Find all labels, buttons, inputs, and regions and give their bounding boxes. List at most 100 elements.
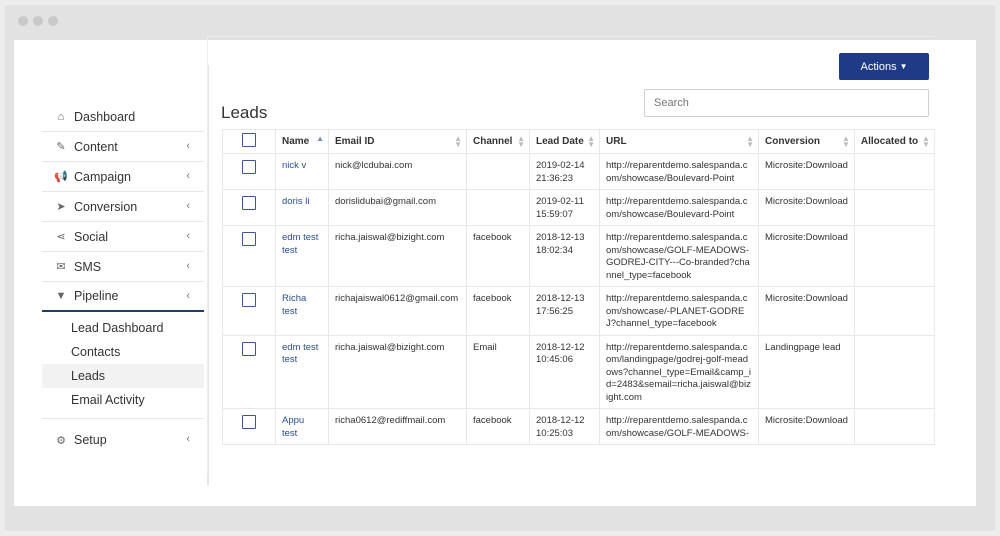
chevron-left-icon: ‹	[186, 290, 190, 302]
cell-name[interactable]: Richa test	[275, 286, 329, 336]
cell-email: richa.jaiswal@bizight.com	[328, 334, 467, 409]
sidebar-item-conversion[interactable]: ➤ Conversion ‹	[42, 192, 204, 222]
column-header-channel[interactable]: Channel ▲ ▼	[466, 129, 530, 154]
sort-asc-icon[interactable]: ▲	[316, 135, 324, 143]
table-row[interactable]: doris li dorislidubai@gmail.com 2019-02-11…	[222, 189, 935, 226]
sidebar-item-label: Dashboard	[74, 109, 136, 124]
cell-name[interactable]: edm test test	[275, 225, 329, 287]
select-all-checkbox[interactable]	[242, 133, 256, 147]
row-select-cell	[222, 408, 276, 445]
page-title: Leads	[221, 103, 268, 122]
sidebar-item-pipeline[interactable]: ▼ Pipeline ‹	[42, 282, 204, 312]
cell-email: richajaiswal0612@gmail.com	[328, 286, 467, 336]
sort-icon[interactable]: ▲ ▼	[587, 135, 595, 149]
cell-conversion: Microsite:Download	[758, 153, 855, 190]
column-header-label: Email ID	[335, 136, 375, 147]
chevron-left-icon: ‹	[186, 200, 190, 212]
column-header-conversion[interactable]: Conversion ▲ ▼	[758, 129, 855, 154]
submenu-item-email-activity[interactable]: Email Activity	[42, 388, 204, 412]
sidebar-item-dashboard[interactable]: ⌂ Dashboard	[42, 102, 204, 132]
share-icon: ⋖	[56, 231, 66, 243]
gear-icon: ⚙	[56, 434, 66, 447]
search-input[interactable]	[644, 89, 929, 117]
sidebar-item-label: Pipeline	[74, 289, 119, 303]
cell-channel: facebook	[466, 225, 530, 287]
actions-button-label: Actions	[860, 60, 897, 73]
sort-icon[interactable]: ▲ ▼	[517, 135, 525, 149]
table-row[interactable]: Appu test richa0612@rediffmail.com faceboo…	[222, 408, 935, 445]
cell-email: dorislidubai@gmail.com	[328, 189, 467, 226]
table-row[interactable]: Richa test richajaiswal0612@gmail.com face…	[222, 286, 935, 336]
cell-allocated	[853, 286, 935, 336]
window-close-dot[interactable]	[18, 16, 28, 26]
column-header-url[interactable]: URL ▲ ▼	[599, 129, 759, 154]
row-checkbox[interactable]	[242, 415, 256, 429]
cell-conversion: Microsite:Download	[758, 286, 855, 336]
row-checkbox[interactable]	[242, 160, 256, 174]
cell-email: richa0612@rediffmail.com	[328, 408, 467, 445]
table-row[interactable]: edm test test richa.jaiswal@bizight.com fa…	[222, 225, 935, 287]
cell-channel	[466, 153, 530, 190]
table-row[interactable]: edm test test richa.jaiswal@bizight.com Em…	[222, 334, 935, 409]
cell-url: http://reparentdemo.salespanda.com/landi…	[599, 334, 759, 409]
window-maximize-dot[interactable]	[48, 16, 58, 26]
row-checkbox[interactable]	[242, 232, 256, 246]
sidebar-item-label: Campaign	[74, 169, 131, 184]
chevron-left-icon: ‹	[186, 433, 190, 445]
sort-icon[interactable]: ▲ ▼	[454, 135, 462, 149]
cell-channel: Email	[466, 334, 530, 409]
cell-email: richa.jaiswal@bizight.com	[328, 225, 467, 287]
sort-icon[interactable]: ▲ ▼	[922, 135, 930, 149]
column-header-name[interactable]: Name ▲	[275, 129, 329, 154]
cell-url: http://reparentdemo.salespanda.com/showc…	[599, 225, 759, 287]
table-row[interactable]: nick v nick@lcdubai.com 2019-02-14 21:36:2…	[222, 153, 935, 190]
cell-channel: facebook	[466, 408, 530, 445]
leads-table: Name ▲ Email ID ▲ ▼ Channel ▲ ▼ Lead Date ▲ ▼ U…	[222, 129, 935, 445]
sort-icon[interactable]: ▲ ▼	[842, 135, 850, 149]
cell-allocated	[853, 334, 935, 409]
cell-email: nick@lcdubai.com	[328, 153, 467, 190]
cell-name[interactable]: edm test test	[275, 334, 329, 409]
sidebar-item-campaign[interactable]: 📢 Campaign ‹	[42, 162, 204, 192]
submenu-item-leads[interactable]: Leads	[42, 364, 204, 388]
megaphone-icon: 📢	[54, 171, 68, 183]
cell-name[interactable]: Appu test	[275, 408, 329, 445]
actions-button[interactable]: Actions ▼	[839, 53, 929, 80]
sidebar-item-sms[interactable]: ✉ SMS ‹	[42, 252, 204, 282]
row-checkbox[interactable]	[242, 196, 256, 210]
cell-name[interactable]: nick v	[275, 153, 329, 190]
cell-date: 2019-02-14 21:36:23	[529, 153, 600, 190]
sidebar-item-label: SMS	[74, 259, 102, 274]
cell-allocated	[853, 153, 935, 190]
column-header-lead-date[interactable]: Lead Date ▲ ▼	[529, 129, 600, 154]
submenu-item-contacts[interactable]: Contacts	[42, 340, 204, 364]
sidebar-item-label: Content	[74, 139, 118, 154]
column-header-email[interactable]: Email ID ▲ ▼	[328, 129, 467, 154]
edit-icon: ✎	[56, 141, 66, 153]
sidebar-item-setup[interactable]: ⚙ Setup ‹	[42, 425, 204, 455]
row-select-cell	[222, 334, 276, 409]
row-select-cell	[222, 153, 276, 190]
cell-url: http://reparentdemo.salespanda.com/showc…	[599, 153, 759, 190]
column-header-label: Lead Date	[536, 136, 584, 147]
row-checkbox[interactable]	[242, 341, 256, 356]
select-all-cell	[222, 129, 276, 154]
row-select-cell	[222, 189, 276, 226]
cell-url: http://reparentdemo.salespanda.com/showc…	[599, 408, 759, 445]
cell-channel: facebook	[466, 286, 530, 336]
window-minimize-dot[interactable]	[33, 16, 43, 26]
column-header-allocated-to[interactable]: Allocated to ▲ ▼	[853, 129, 935, 154]
home-icon: ⌂	[57, 110, 65, 123]
cell-name[interactable]: doris li	[275, 189, 329, 226]
cell-allocated	[853, 408, 935, 445]
sort-icon[interactable]: ▲ ▼	[746, 135, 754, 149]
sidebar-item-social[interactable]: ⋖ Social ‹	[42, 222, 204, 252]
cell-date: 2018-12-13 18:02:34	[529, 225, 600, 287]
sidebar-item-content[interactable]: ✎ Content ‹	[42, 132, 204, 162]
row-checkbox[interactable]	[242, 293, 256, 307]
submenu-item-lead-dashboard[interactable]: Lead Dashboard	[42, 316, 204, 340]
column-header-label: Channel	[473, 136, 513, 147]
cell-date: 2018-12-12 10:45:06	[529, 334, 600, 409]
column-header-label: Name	[282, 136, 310, 147]
column-header-label: URL	[606, 136, 627, 147]
